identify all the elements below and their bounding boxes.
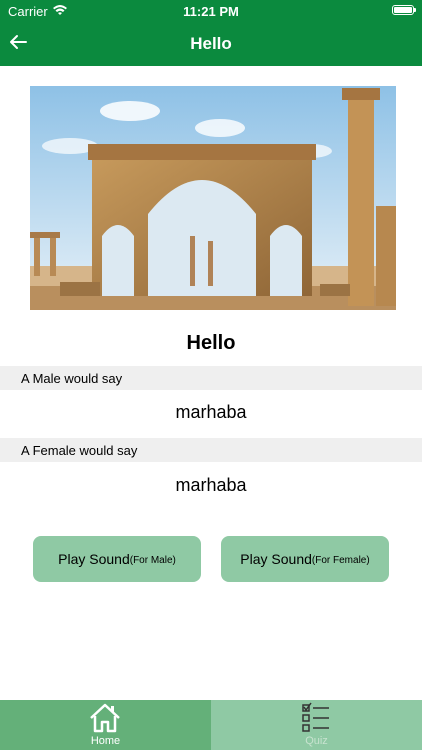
play-sound-female-button[interactable]: Play Sound (For Female) bbox=[221, 536, 389, 582]
status-time: 11:21 PM bbox=[183, 4, 239, 19]
female-section-header: A Female would say bbox=[0, 438, 422, 462]
battery-icon bbox=[392, 5, 416, 15]
play-sound-female-label: Play Sound bbox=[240, 551, 312, 567]
navigation-bar: Hello bbox=[0, 22, 422, 66]
male-label: A Male would say bbox=[21, 371, 123, 386]
tab-home[interactable]: Home bbox=[0, 700, 211, 750]
male-section-header: A Male would say bbox=[0, 366, 422, 390]
play-sound-male-sublabel: (For Male) bbox=[129, 555, 176, 566]
play-sound-male-label: Play Sound bbox=[58, 551, 130, 567]
female-translation: marhaba bbox=[175, 475, 247, 495]
play-sound-male-button[interactable]: Play Sound (For Male) bbox=[33, 536, 201, 582]
male-translation: marhaba bbox=[175, 402, 247, 422]
female-label: A Female would say bbox=[21, 443, 138, 458]
tab-quiz[interactable]: Quiz bbox=[211, 700, 422, 750]
checklist-icon bbox=[302, 702, 329, 732]
status-bar: Carrier 11:21 PM bbox=[0, 0, 422, 22]
tab-quiz-label: Quiz bbox=[305, 735, 328, 747]
tab-bar: Home Quiz bbox=[0, 700, 422, 750]
tab-home-label: Home bbox=[90, 735, 121, 747]
phrase-title: Hello bbox=[186, 332, 236, 354]
hero-image bbox=[30, 86, 396, 310]
home-icon bbox=[90, 703, 120, 733]
play-sound-female-sublabel: (For Female) bbox=[311, 555, 370, 566]
page-title: Hello bbox=[190, 34, 232, 53]
